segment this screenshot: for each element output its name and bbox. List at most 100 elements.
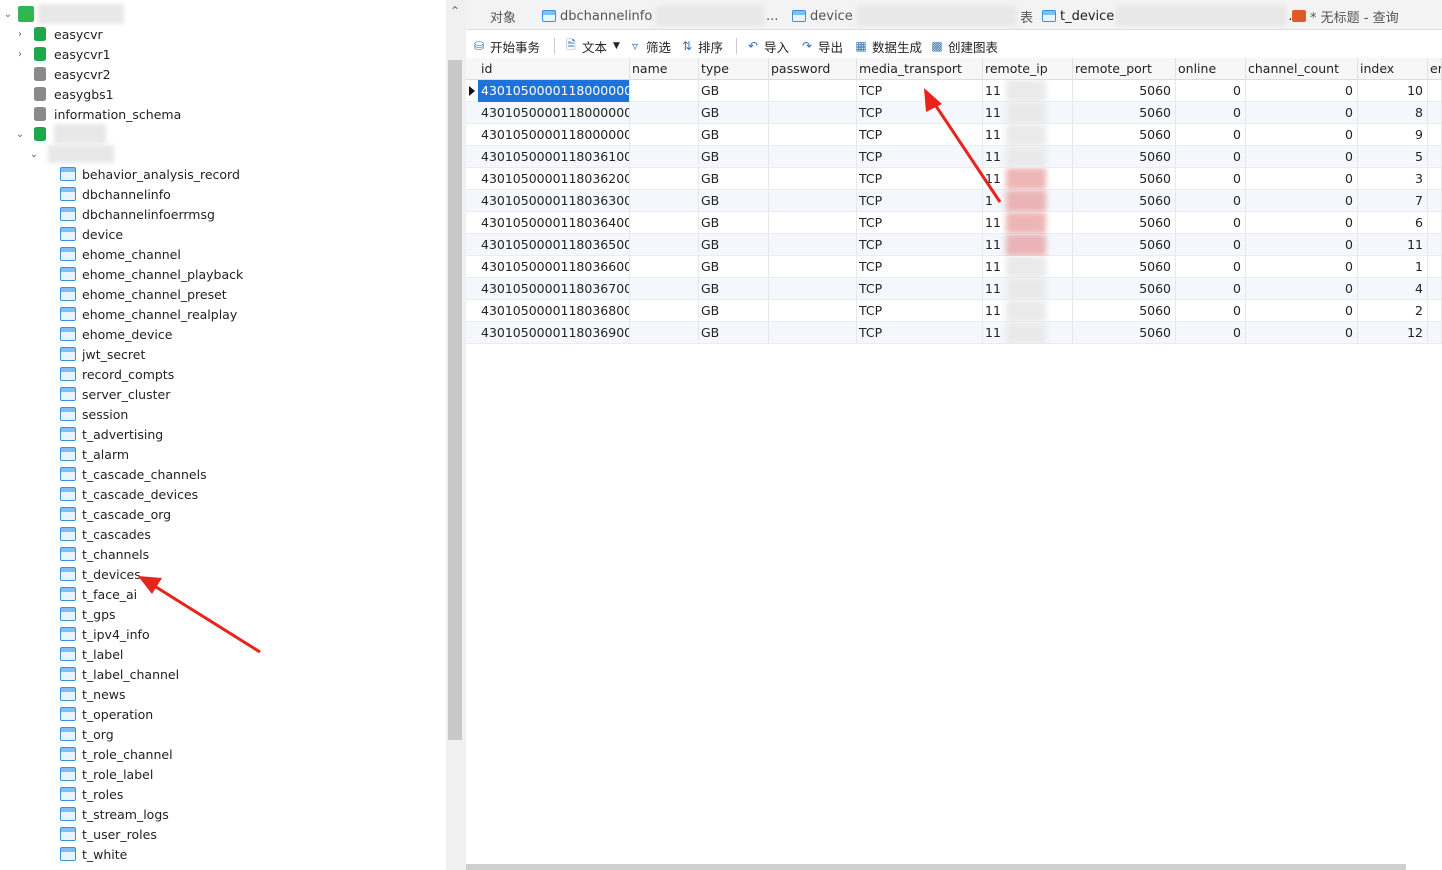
cell-media[interactable]: TCP [856, 102, 983, 124]
table-item[interactable]: t_channels [60, 544, 149, 564]
text-button[interactable]: 🗎 文本 ▼ [564, 36, 620, 56]
column-header-remote-port[interactable]: remote_port [1072, 58, 1176, 80]
table-item[interactable]: t_cascade_channels [60, 464, 207, 484]
column-header-extra[interactable]: er [1427, 58, 1442, 80]
cell-type[interactable]: GB [698, 300, 769, 322]
column-header-remote-ip[interactable]: remote_ip [982, 58, 1073, 80]
cell-port[interactable]: 5060 [1072, 278, 1176, 300]
cell-ip[interactable]: 11 [982, 212, 1073, 234]
cell-empty[interactable] [768, 168, 857, 190]
cell-empty[interactable] [768, 322, 857, 344]
cell-port[interactable]: 5060 [1072, 168, 1176, 190]
cell-empty[interactable] [768, 146, 857, 168]
tab-objects[interactable]: 对象 [490, 4, 516, 28]
cell-empty[interactable] [629, 212, 699, 234]
cell-id[interactable]: 43010500001180366000 [478, 256, 630, 278]
cell-id[interactable]: 43010500001180362000 [478, 168, 630, 190]
tab-dbchannelinfo[interactable]: dbchannelinfo [542, 4, 765, 28]
cell-channels[interactable]: 0 [1245, 102, 1358, 124]
chevron-down-icon[interactable]: ⌄ [2, 8, 14, 20]
cell-empty[interactable] [629, 168, 699, 190]
table-row[interactable]: 43010500001180000006 GB TCP 11 5060 0 0 9 [466, 124, 1442, 146]
cell-channels[interactable]: 0 [1245, 124, 1358, 146]
cell-ip[interactable]: 11 [982, 256, 1073, 278]
table-row[interactable]: 43010500001180363000 GB TCP 1 5060 0 0 7 [466, 190, 1442, 212]
table-item[interactable]: t_news [60, 684, 126, 704]
table-item[interactable]: server_cluster [60, 384, 170, 404]
table-item[interactable]: t_user_roles [60, 824, 157, 844]
cell-ip[interactable]: 1 [982, 190, 1073, 212]
cell-empty[interactable] [629, 102, 699, 124]
cell-channels[interactable]: 0 [1245, 212, 1358, 234]
cell-port[interactable]: 5060 [1072, 102, 1176, 124]
cell-channels[interactable]: 0 [1245, 80, 1358, 102]
cell-id[interactable]: 43010500001180361000 [478, 146, 630, 168]
table-item[interactable]: t_role_channel [60, 744, 173, 764]
table-item[interactable]: jwt_secret [60, 344, 145, 364]
export-button[interactable]: ↷ 导出 [800, 36, 843, 56]
cell-ip[interactable]: 11 [982, 300, 1073, 322]
table-item[interactable]: t_label_channel [60, 664, 179, 684]
cell-empty[interactable] [629, 300, 699, 322]
tab-t-device[interactable]: t_device .. [1042, 4, 1297, 28]
cell-empty[interactable] [768, 278, 857, 300]
cell-type[interactable]: GB [698, 190, 769, 212]
cell-channels[interactable]: 0 [1245, 256, 1358, 278]
database-row[interactable]: › easycvr1 [14, 44, 111, 64]
column-header-online[interactable]: online [1175, 58, 1246, 80]
table-row[interactable]: 43010500001180364000 GB TCP 11 5060 0 0 6 [466, 212, 1442, 234]
navigator-scrollbar-thumb[interactable] [448, 60, 462, 740]
cell-channels[interactable]: 0 [1245, 278, 1358, 300]
cell-type[interactable]: GB [698, 212, 769, 234]
cell-online[interactable]: 0 [1175, 124, 1246, 146]
cell-online[interactable]: 0 [1175, 168, 1246, 190]
cell-empty[interactable] [1427, 124, 1442, 146]
column-header-password[interactable]: password [768, 58, 857, 80]
cell-index[interactable]: 7 [1357, 190, 1428, 212]
chevron-down-icon[interactable]: ⌄ [28, 148, 40, 160]
database-row[interactable]: › easycvr [14, 24, 103, 44]
cell-index[interactable]: 11 [1357, 234, 1428, 256]
table-item[interactable]: t_face_ai [60, 584, 137, 604]
cell-empty[interactable] [629, 234, 699, 256]
cell-port[interactable]: 5060 [1072, 300, 1176, 322]
table-item[interactable]: t_label [60, 644, 123, 664]
cell-online[interactable]: 0 [1175, 80, 1246, 102]
chevron-right-icon[interactable]: › [14, 28, 26, 40]
table-item[interactable]: ehome_channel_playback [60, 264, 243, 284]
cell-id[interactable]: 43010500001180367000 [478, 278, 630, 300]
cell-index[interactable]: 1 [1357, 256, 1428, 278]
cell-online[interactable]: 0 [1175, 146, 1246, 168]
begin-transaction-button[interactable]: ⛁ 开始事务 [472, 36, 540, 56]
table-item[interactable]: dbchannelinfo [60, 184, 171, 204]
tab-query[interactable]: * 无标题 - 查询 [1292, 4, 1399, 28]
cell-empty[interactable] [629, 124, 699, 146]
cell-index[interactable]: 3 [1357, 168, 1428, 190]
cell-media[interactable]: TCP [856, 80, 983, 102]
cell-empty[interactable] [768, 102, 857, 124]
cell-empty[interactable] [629, 322, 699, 344]
cell-empty[interactable] [1427, 212, 1442, 234]
table-item[interactable]: ehome_channel [60, 244, 181, 264]
cell-empty[interactable] [1427, 322, 1442, 344]
cell-media[interactable]: TCP [856, 212, 983, 234]
sort-button[interactable]: ⇅ 排序 [680, 36, 723, 56]
filter-button[interactable]: ▿ 筛选 [628, 36, 671, 56]
cell-empty[interactable] [629, 146, 699, 168]
expanded-database-row[interactable]: ⌄ [14, 124, 106, 144]
table-item[interactable]: t_roles [60, 784, 123, 804]
cell-empty[interactable] [768, 212, 857, 234]
table-item[interactable]: t_org [60, 724, 114, 744]
tab-more-1[interactable]: ... [766, 4, 778, 28]
cell-empty[interactable] [629, 256, 699, 278]
column-header-id[interactable]: id [478, 58, 630, 80]
cell-type[interactable]: GB [698, 80, 769, 102]
cell-id[interactable]: 43010500001180368000 [478, 300, 630, 322]
cell-media[interactable]: TCP [856, 190, 983, 212]
cell-index[interactable]: 6 [1357, 212, 1428, 234]
table-row[interactable]: 43010500001180000004 GB TCP 11 5060 0 0 10 [466, 80, 1442, 102]
cell-type[interactable]: GB [698, 256, 769, 278]
cell-channels[interactable]: 0 [1245, 146, 1358, 168]
table-item[interactable]: device [60, 224, 123, 244]
chevron-right-icon[interactable]: › [14, 48, 26, 60]
